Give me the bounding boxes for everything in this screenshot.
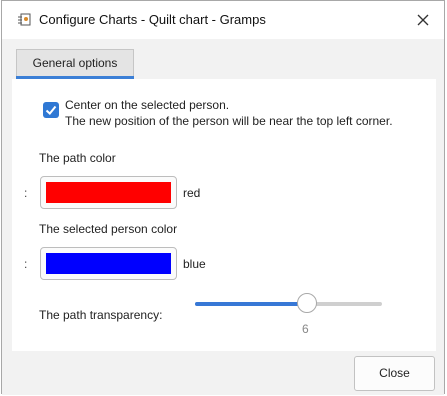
title-bar: Configure Charts - Quilt chart - Gramps xyxy=(2,1,444,39)
gramps-configure-icon xyxy=(18,13,31,26)
window-title: Configure Charts - Quilt chart - Gramps xyxy=(39,12,266,27)
close-button[interactable]: Close xyxy=(354,356,435,391)
selected-person-color-label: The selected person color xyxy=(39,222,178,236)
path-color-name: red xyxy=(183,186,201,200)
selected-person-color-swatch xyxy=(46,253,171,274)
path-transparency-value: 6 xyxy=(302,322,309,336)
path-color-button[interactable] xyxy=(40,176,177,209)
path-color-prefix: : xyxy=(24,186,28,200)
dialog-footer: Close xyxy=(2,351,444,395)
path-color-swatch xyxy=(46,182,171,203)
path-color-label: The path color xyxy=(39,151,116,165)
selected-person-color-name: blue xyxy=(183,257,206,271)
general-options-panel: Center on the selected person. The new p… xyxy=(12,79,436,351)
center-person-label[interactable]: Center on the selected person. xyxy=(65,98,229,112)
close-icon[interactable] xyxy=(410,7,436,33)
configure-dialog: Configure Charts - Quilt chart - Gramps … xyxy=(1,0,445,395)
path-transparency-label: The path transparency: xyxy=(39,308,163,322)
tab-general-options[interactable]: General options xyxy=(16,49,134,77)
slider-handle[interactable] xyxy=(297,293,318,313)
selected-person-color-button[interactable] xyxy=(40,247,177,280)
path-transparency-slider[interactable] xyxy=(195,293,382,313)
tab-bar: General options xyxy=(2,39,444,79)
checkmark-icon xyxy=(45,105,57,115)
slider-fill xyxy=(195,302,308,306)
selected-person-color-prefix: : xyxy=(24,257,28,271)
center-person-checkbox[interactable] xyxy=(43,102,59,118)
center-person-description: The new position of the person will be n… xyxy=(65,114,393,128)
